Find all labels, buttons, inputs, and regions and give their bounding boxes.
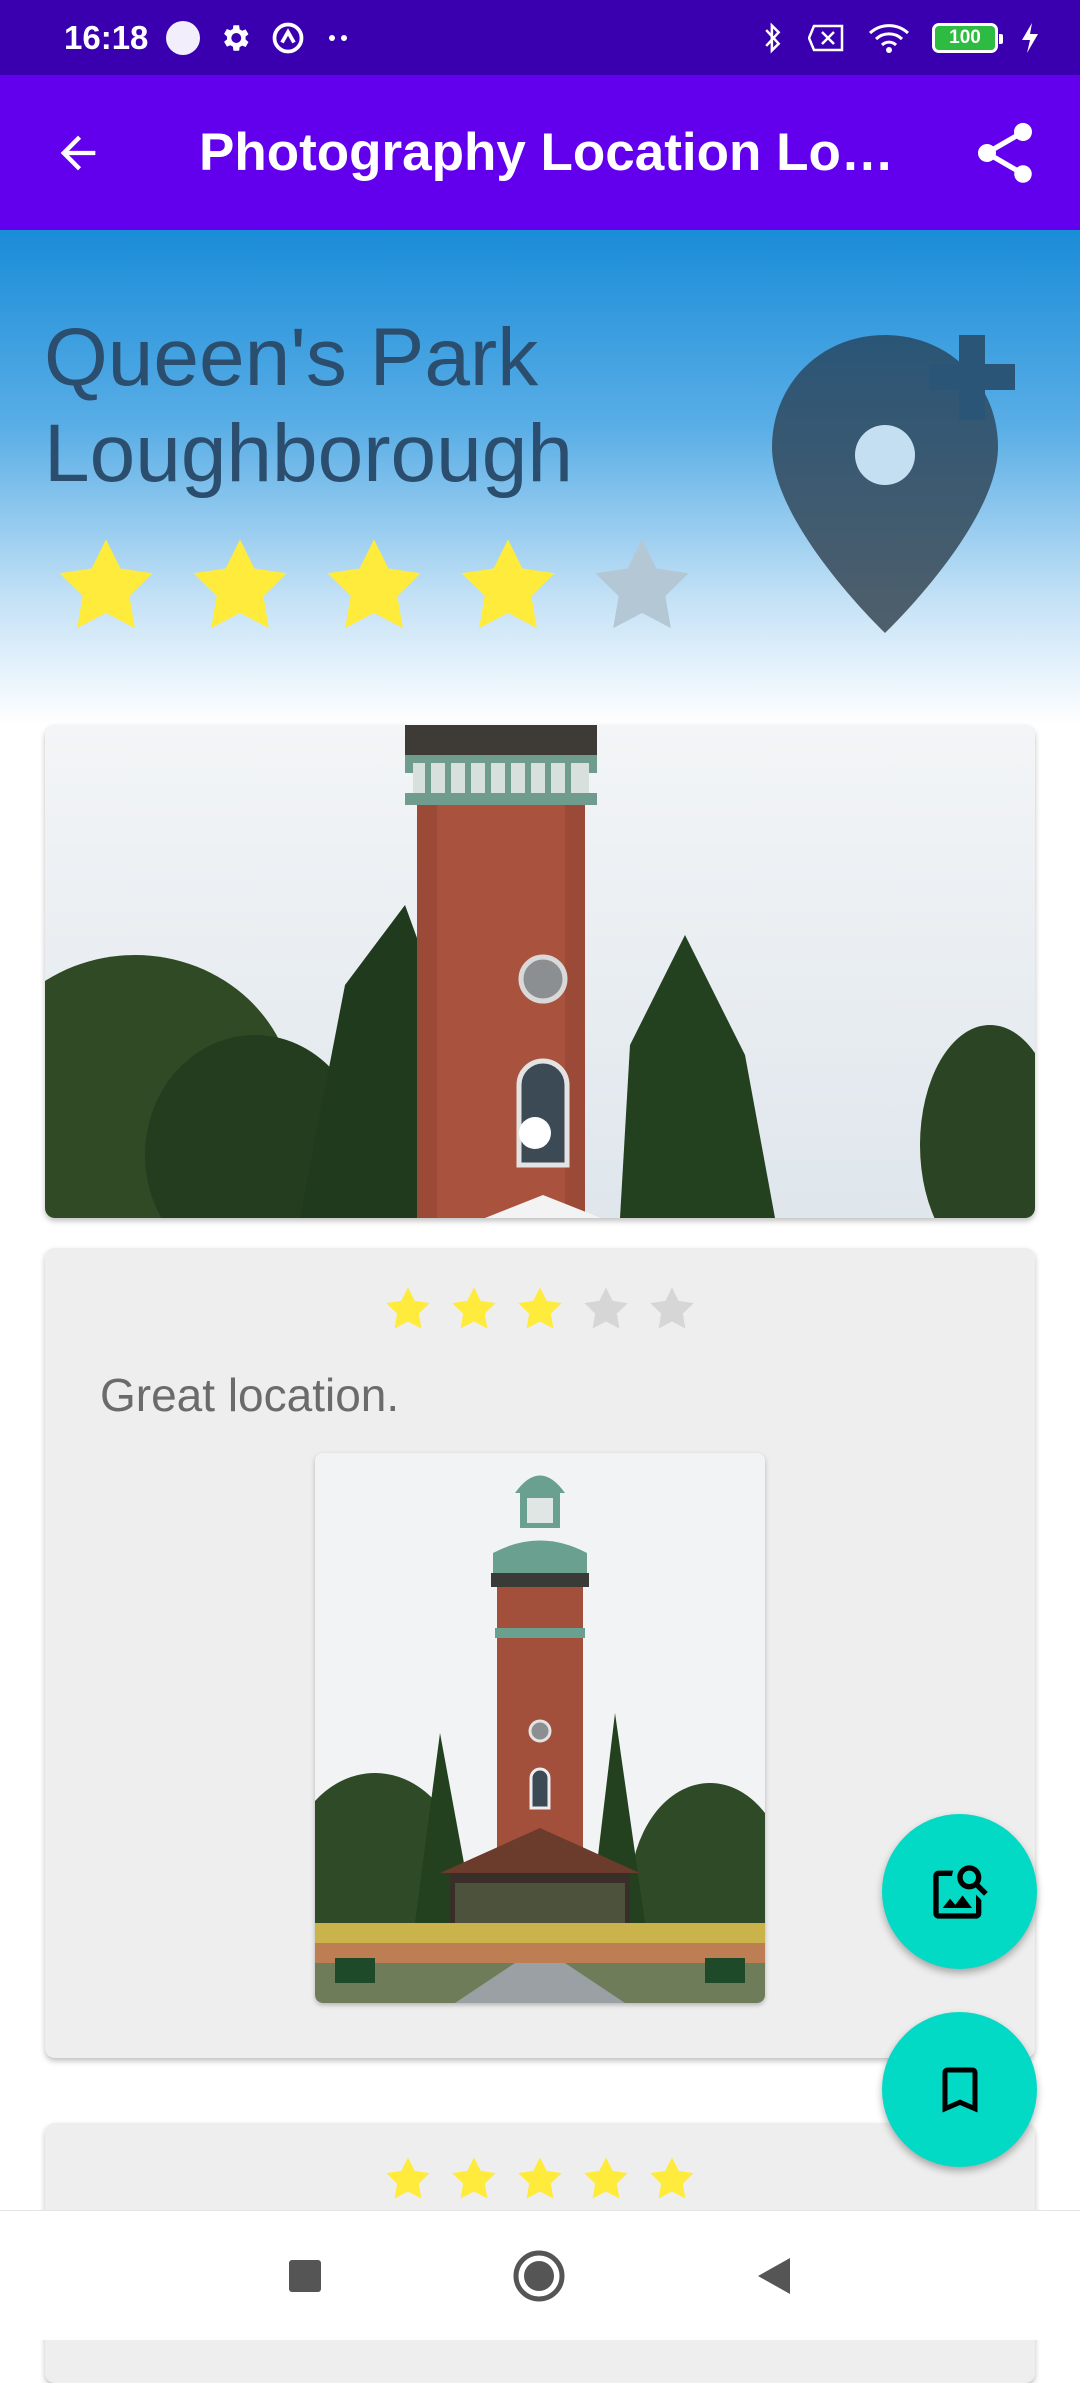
star-filled-icon <box>386 1287 430 1329</box>
gear-icon <box>224 24 249 51</box>
clock-tower-photo <box>45 725 1035 1218</box>
charging-icon <box>1022 22 1038 53</box>
bookmark-button[interactable] <box>882 2012 1037 2167</box>
battery-icon: 100 <box>932 22 1003 53</box>
location-rating <box>50 530 698 642</box>
star-filled-icon <box>461 539 555 629</box>
image-search-icon <box>932 1864 988 1919</box>
star-filled-icon <box>650 2157 694 2199</box>
star-filled-icon <box>59 539 153 629</box>
star-empty-icon <box>595 539 689 629</box>
battery-level: 100 <box>949 26 981 48</box>
share-button[interactable] <box>930 75 1080 230</box>
arrow-back-icon <box>60 135 95 170</box>
star-filled-icon <box>518 2157 562 2199</box>
page-title: Photography Location Lo… <box>199 123 894 182</box>
star-filled-icon <box>518 1287 562 1329</box>
review-card: Great location. <box>45 1248 1035 2058</box>
image-search-button[interactable] <box>882 1814 1037 1969</box>
location-header: Queen's Park Loughborough <box>0 230 1080 725</box>
status-time: 16:18 <box>64 18 149 56</box>
star-filled-icon <box>452 1287 496 1329</box>
status-bar: 16:18 100 <box>0 0 1080 75</box>
back-triangle-icon[interactable] <box>756 2256 792 2296</box>
star-filled-icon <box>452 2157 496 2199</box>
star-empty-icon <box>650 1287 694 1329</box>
review-text: Great location. <box>100 1369 400 1421</box>
clock-tower-thumbnail <box>315 1453 765 2003</box>
share-icon <box>977 122 1033 183</box>
location-name: Queen's Park Loughborough <box>44 312 573 499</box>
review-photo[interactable] <box>315 1453 765 2003</box>
recents-square-icon[interactable] <box>288 2259 322 2293</box>
star-empty-icon <box>584 1287 628 1329</box>
back-button[interactable] <box>0 75 155 230</box>
star-filled-icon <box>584 2157 628 2199</box>
system-nav-bar <box>0 2210 1080 2340</box>
star-filled-icon <box>193 539 287 629</box>
add-location-icon[interactable] <box>760 315 1050 635</box>
review-rating <box>45 2153 1035 2205</box>
sync-icon <box>273 22 304 53</box>
review-rating <box>45 1283 1035 1335</box>
more-dots-icon <box>329 34 348 41</box>
bluetooth-icon <box>765 22 781 53</box>
no-sim-icon <box>808 24 844 51</box>
circle-icon <box>166 20 201 55</box>
location-photo[interactable] <box>45 725 1035 1218</box>
star-filled-icon <box>386 2157 430 2199</box>
wifi-icon <box>868 23 910 53</box>
app-bar: Photography Location Lo… <box>0 75 1080 230</box>
home-circle-icon[interactable] <box>512 2249 566 2303</box>
star-filled-icon <box>327 539 421 629</box>
bookmark-icon <box>942 2067 977 2112</box>
